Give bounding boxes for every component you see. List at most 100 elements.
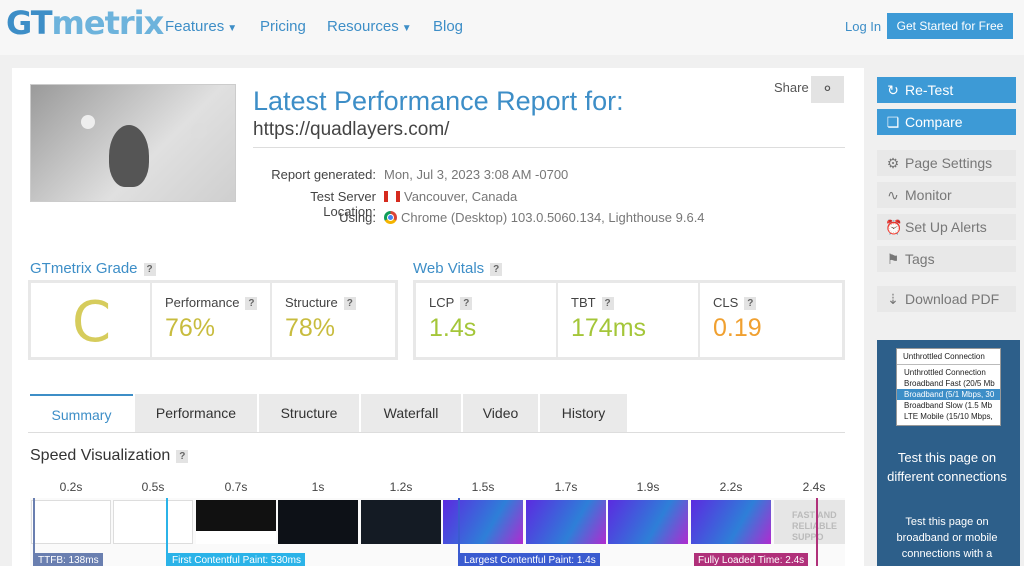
login-link[interactable]: Log In [845,19,881,34]
lcp-label-marker: Largest Contentful Paint: 1.4s [460,553,600,566]
filmstrip-frame[interactable] [526,500,606,544]
download-pdf-button[interactable]: ⇣ Download PDF [877,286,1016,312]
tag-icon: ⚑ [886,251,900,267]
performance-label: Performance? [165,295,258,310]
tab-waterfall[interactable]: Waterfall [361,394,461,432]
report-url[interactable]: https://quadlayers.com/ [253,119,449,141]
connection-option[interactable]: LTE Mobile (15/10 Mbps, [897,411,1000,422]
gtmetrix-grade-title: GTmetrix Grade? [30,260,156,277]
timeline-time: 2.2s [719,480,743,494]
timeline-time: 1.5s [471,480,495,494]
page-settings-button[interactable]: ⚙ Page Settings [877,150,1016,176]
tab-performance[interactable]: Performance [135,394,257,432]
nav-features[interactable]: Features ▼ [165,18,237,35]
help-icon[interactable]: ? [460,297,473,310]
timeline-time: 0.5s [141,480,165,494]
timeline-time: 0.7s [224,480,248,494]
connection-option[interactable]: Broadband Slow (1.5 Mb [897,400,1000,411]
connection-option[interactable]: Unthrottled Connection [897,367,1000,378]
share-icon[interactable]: ⚬ [811,76,844,103]
tags-button[interactable]: ⚑ Tags [877,246,1016,272]
filmstrip-frame[interactable] [361,500,441,544]
structure-label: Structure? [285,295,356,310]
tab-structure[interactable]: Structure [259,394,359,432]
refresh-icon: ↻ [887,82,899,98]
nav-resources[interactable]: Resources ▼ [327,18,412,35]
fully-loaded-marker [816,498,818,566]
tab-history[interactable]: History [540,394,627,432]
grade-letter: C [72,290,112,355]
get-started-button[interactable]: Get Started for Free [887,13,1013,39]
tbt-label: TBT? [571,295,614,310]
divider [556,283,558,357]
thumb-orb [81,115,95,129]
tab-video[interactable]: Video [463,394,538,432]
filmstrip-frame[interactable] [113,500,193,544]
help-icon[interactable]: ? [343,297,356,310]
chevron-down-icon: ▼ [227,23,238,34]
divider [270,283,272,357]
ttfb-label: TTFB: 138ms [34,553,103,566]
server-location-value: Vancouver, Canada [384,189,517,204]
timeline-time: 1.9s [636,480,660,494]
pdf-icon: ⇣ [887,291,899,307]
share-label: Share [774,80,809,95]
connection-select-current[interactable]: Unthrottled Connection [897,349,1000,365]
timeline-time: 1.2s [389,480,413,494]
nav-blog[interactable]: Blog [433,18,463,35]
help-icon[interactable]: ? [744,297,757,310]
using-label: Using: [339,210,376,225]
thumb-orb [191,123,207,139]
timeline-time: 1.7s [554,480,578,494]
canada-flag-icon [384,191,400,202]
chevron-down-icon: ▼ [401,23,412,34]
monitor-button[interactable]: ∿ Monitor [877,182,1016,208]
performance-value: 76% [165,314,216,342]
divider [698,283,700,357]
connection-select[interactable]: Unthrottled Connection Unthrottled Conne… [896,348,1001,426]
help-icon[interactable]: ? [176,450,189,463]
timeline-time: 1s [311,480,325,494]
pulse-icon: ∿ [887,187,899,203]
filmstrip-frame[interactable] [443,500,523,544]
help-icon[interactable]: ? [490,263,503,276]
filmstrip-frame[interactable]: FAST AND RELIABLE SUPPO [774,500,845,544]
structure-value: 78% [285,314,336,342]
divider [28,432,845,433]
filmstrip-frame[interactable] [608,500,688,544]
set-up-alerts-button[interactable]: ⏰ Set Up Alerts [877,214,1016,240]
filmstrip-frame[interactable] [278,500,358,544]
nav-pricing[interactable]: Pricing [260,18,306,35]
cls-label: CLS? [713,295,757,310]
timeline-time: 2.4s [802,480,826,494]
chrome-icon [384,211,397,224]
fully-loaded-label: Fully Loaded Time: 2.4s [694,553,809,566]
help-icon[interactable]: ? [143,263,156,276]
compare-icon: ❏ [886,114,900,130]
gtmetrix-logo[interactable]: GTmetrix [6,4,164,42]
tbt-value: 174ms [571,314,647,342]
filmstrip-frame[interactable] [31,500,111,544]
lcp-label: LCP? [429,295,473,310]
filmstrip-frame[interactable] [196,500,276,544]
help-icon[interactable]: ? [245,297,258,310]
connection-option[interactable]: Broadband (5/1 Mbps, 30 [897,389,1000,400]
report-generated-value: Mon, Jul 3, 2023 3:08 AM -0700 [384,167,569,182]
compare-button[interactable]: ❏ Compare [877,109,1016,135]
divider [150,283,152,357]
lcp-value: 1.4s [429,314,477,342]
speed-visualization-title: Speed Visualization? [30,447,189,465]
alarm-icon: ⏰ [885,219,903,235]
tab-summary[interactable]: Summary [30,394,133,432]
filmstrip-frame[interactable] [691,500,771,544]
divider [253,147,845,148]
using-value: Chrome (Desktop) 103.0.5060.134, Lightho… [384,210,705,225]
connections-heading: Test this page on different connections [887,450,1007,484]
page-screenshot-thumbnail [30,84,236,202]
gear-icon: ⚙ [886,155,900,171]
connection-option[interactable]: Broadband Fast (20/5 Mb [897,378,1000,389]
retest-button[interactable]: ↻ Re-Test [877,77,1016,103]
help-icon[interactable]: ? [601,297,614,310]
fcp-label: First Contentful Paint: 530ms [168,553,305,566]
timeline-time: 0.2s [59,480,83,494]
